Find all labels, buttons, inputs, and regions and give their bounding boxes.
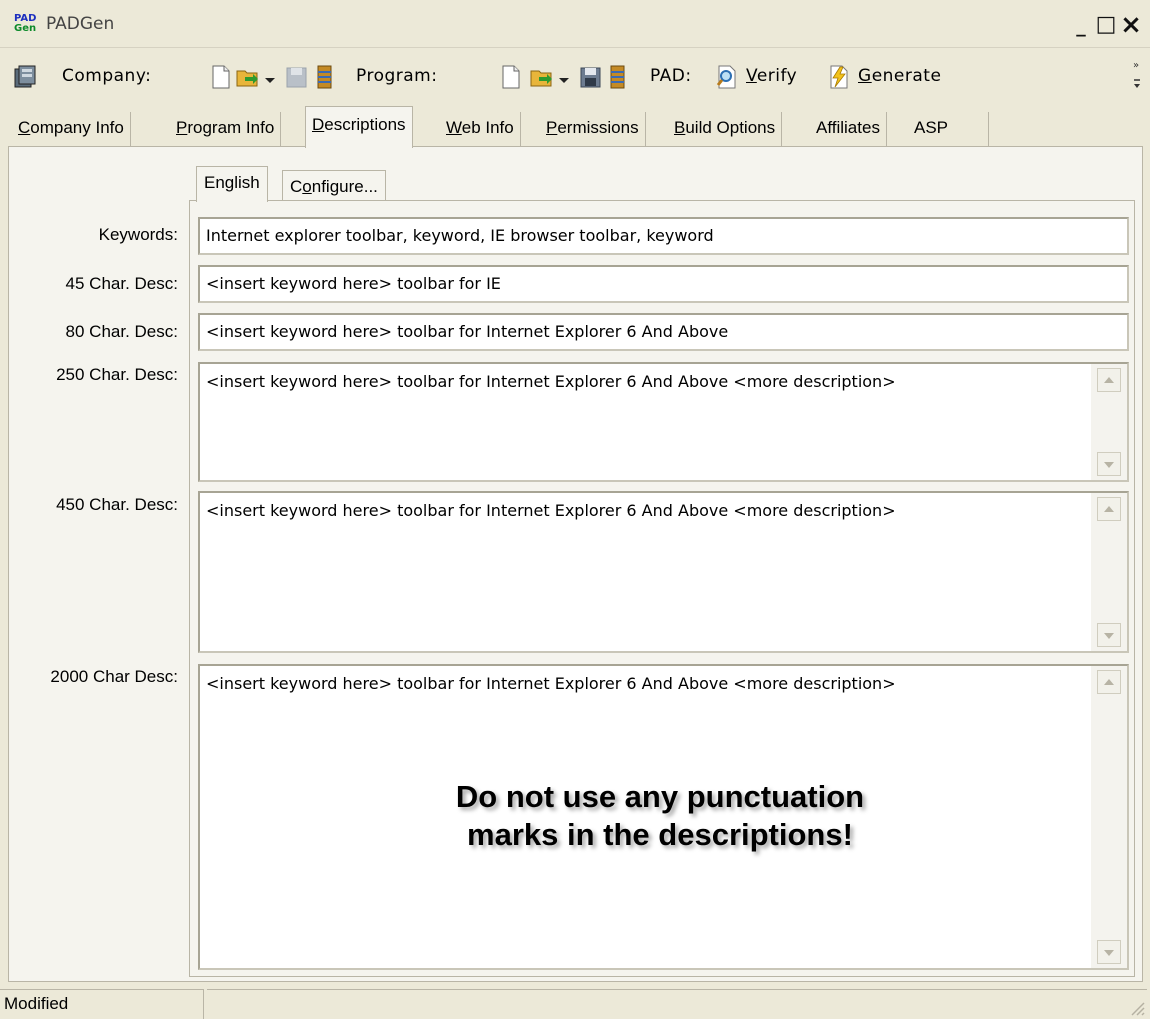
generate-lightning-icon[interactable] bbox=[826, 63, 852, 91]
status-text: Modified bbox=[0, 989, 204, 1019]
tab-accelerator: P bbox=[546, 118, 558, 137]
warning-line1: Do not use any punctuation bbox=[455, 779, 865, 814]
app-logo-icon: PAD Gen bbox=[14, 14, 40, 36]
main-tab-bar: Company Info Program Info Descriptions W… bbox=[0, 106, 1150, 148]
desc450-label: 450 Char. Desc: bbox=[56, 495, 178, 514]
tab-company-info[interactable]: Company Info bbox=[12, 112, 131, 148]
chevron-up-icon bbox=[1104, 679, 1114, 685]
tab-label: ompany Info bbox=[30, 118, 124, 137]
desc250-scrollbar[interactable] bbox=[1091, 364, 1127, 480]
window-title: PADGen bbox=[46, 14, 115, 34]
desc2000-text: <insert keyword here> toolbar for Intern… bbox=[206, 674, 896, 693]
desc2000-scrollbar[interactable] bbox=[1091, 666, 1127, 968]
chevron-up-icon bbox=[1104, 377, 1114, 383]
desc2000-label: 2000 Char Desc: bbox=[50, 667, 178, 686]
scroll-down-button[interactable] bbox=[1097, 452, 1121, 476]
publish-icon[interactable] bbox=[312, 63, 338, 91]
publish-icon[interactable] bbox=[605, 63, 631, 91]
desc450-scrollbar[interactable] bbox=[1091, 493, 1127, 651]
desc2000-textarea[interactable]: <insert keyword here> toolbar for Intern… bbox=[198, 664, 1129, 970]
svg-text:»: » bbox=[1133, 60, 1139, 71]
toolbar: Company: Program: PAD: Verify Generate bbox=[0, 56, 1150, 100]
open-folder-icon[interactable] bbox=[235, 63, 261, 91]
maximize-button[interactable]: □ bbox=[1095, 14, 1117, 36]
tab-descriptions[interactable]: Descriptions bbox=[305, 106, 413, 148]
tab-label: Affiliates bbox=[816, 118, 880, 137]
generate-label: enerate bbox=[871, 66, 942, 86]
desc45-label: 45 Char. Desc: bbox=[65, 274, 178, 293]
scroll-up-button[interactable] bbox=[1097, 670, 1121, 694]
title-bar: PAD Gen PADGen _ □ × bbox=[0, 0, 1150, 48]
desc250-text: <insert keyword here> toolbar for Intern… bbox=[206, 372, 896, 391]
tab-label: ermissions bbox=[557, 118, 639, 137]
generate-accelerator: G bbox=[858, 66, 872, 86]
tab-accelerator: B bbox=[674, 118, 686, 137]
scroll-up-button[interactable] bbox=[1097, 368, 1121, 392]
verify-magnifier-icon[interactable] bbox=[714, 63, 740, 91]
toolbar-overflow-icon[interactable]: » bbox=[1132, 60, 1142, 94]
keywords-label: Keywords: bbox=[98, 225, 178, 244]
verify-accelerator: V bbox=[746, 66, 757, 86]
program-label: Program: bbox=[356, 66, 438, 86]
subtab-english[interactable]: English bbox=[196, 166, 268, 202]
tab-asp[interactable]: ASP bbox=[908, 112, 990, 148]
tab-permissions[interactable]: Permissions bbox=[540, 112, 646, 148]
keywords-input[interactable]: Internet explorer toolbar, keyword, IE b… bbox=[198, 217, 1129, 255]
tab-label: escriptions bbox=[324, 115, 406, 134]
desc450-text: <insert keyword here> toolbar for Intern… bbox=[206, 501, 896, 520]
tab-accelerator: D bbox=[312, 115, 325, 134]
company-label: Company: bbox=[62, 66, 152, 86]
generate-button[interactable]: Generate bbox=[858, 66, 941, 86]
tab-label: rogram Info bbox=[187, 118, 275, 137]
desc450-textarea[interactable]: <insert keyword here> toolbar for Intern… bbox=[198, 491, 1129, 653]
tab-build-options[interactable]: Build Options bbox=[668, 112, 783, 148]
punctuation-warning: Do not use any punctuation marks in the … bbox=[380, 778, 940, 854]
company-open-dropdown-arrow[interactable] bbox=[265, 78, 275, 83]
chevron-up-icon bbox=[1104, 506, 1114, 512]
tab-label: uild Options bbox=[685, 118, 776, 137]
desc80-input[interactable]: <insert keyword here> toolbar for Intern… bbox=[198, 313, 1129, 351]
tab-accelerator: P bbox=[176, 118, 188, 137]
status-panel bbox=[207, 989, 1147, 1019]
tab-accelerator: W bbox=[446, 118, 462, 137]
database-icon[interactable] bbox=[12, 63, 38, 91]
tab-web-info[interactable]: Web Info bbox=[440, 112, 521, 148]
logo-line2: Gen bbox=[14, 23, 37, 34]
configure-label-rest: nfigure... bbox=[311, 177, 378, 196]
resize-grip-icon[interactable] bbox=[1128, 999, 1146, 1017]
status-bar: Modified bbox=[0, 985, 1150, 1019]
save-icon[interactable] bbox=[284, 63, 310, 91]
warning-line2: marks in the descriptions! bbox=[467, 817, 853, 852]
verify-button[interactable]: Verify bbox=[746, 66, 797, 86]
desc250-label: 250 Char. Desc: bbox=[56, 365, 178, 384]
tab-label: ASP bbox=[914, 118, 949, 137]
chevron-down-icon bbox=[1104, 462, 1114, 468]
pad-label: PAD: bbox=[650, 66, 692, 86]
program-open-dropdown-arrow[interactable] bbox=[559, 78, 569, 83]
save-icon[interactable] bbox=[578, 63, 604, 91]
configure-accelerator: o bbox=[302, 177, 312, 196]
tab-program-info[interactable]: Program Info bbox=[170, 112, 282, 148]
tab-accelerator: C bbox=[18, 118, 31, 137]
desc80-label: 80 Char. Desc: bbox=[65, 322, 178, 341]
tab-affiliates[interactable]: Affiliates bbox=[810, 112, 887, 148]
chevron-down-icon bbox=[1104, 633, 1114, 639]
desc250-textarea[interactable]: <insert keyword here> toolbar for Intern… bbox=[198, 362, 1129, 482]
tab-label: eb Info bbox=[461, 118, 514, 137]
new-file-icon[interactable] bbox=[498, 63, 524, 91]
scroll-down-button[interactable] bbox=[1097, 940, 1121, 964]
desc45-input[interactable]: <insert keyword here> toolbar for IE bbox=[198, 265, 1129, 303]
chevron-down-icon bbox=[1104, 950, 1114, 956]
configure-label-start: C bbox=[290, 177, 303, 196]
minimize-button[interactable]: _ bbox=[1070, 16, 1092, 36]
scroll-down-button[interactable] bbox=[1097, 623, 1121, 647]
scroll-up-button[interactable] bbox=[1097, 497, 1121, 521]
close-button[interactable]: × bbox=[1120, 12, 1142, 38]
open-folder-icon[interactable] bbox=[529, 63, 555, 91]
subtab-configure[interactable]: Configure... bbox=[282, 170, 386, 204]
new-file-icon[interactable] bbox=[208, 63, 234, 91]
verify-label: erify bbox=[756, 66, 798, 86]
